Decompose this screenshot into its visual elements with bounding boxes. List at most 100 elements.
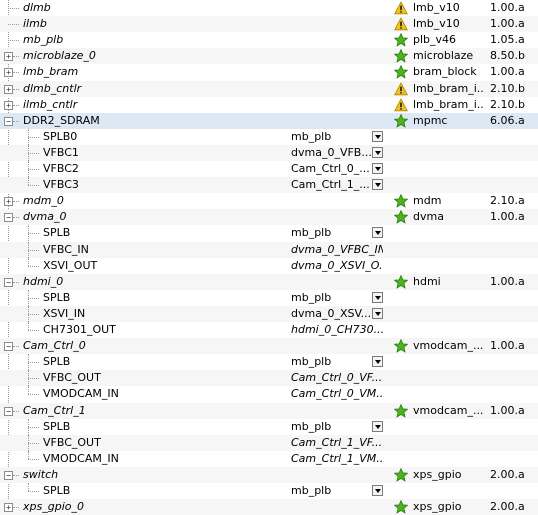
tree-row[interactable]: − DDR2_SDRAM mpmc 6.06.a [0,112,538,129]
bus-connection-value[interactable]: dvma_0_XSV... [291,306,371,322]
bus-interface-row[interactable]: SPLB mb_plb [0,289,538,306]
ip-version: 1.00.a [490,210,525,224]
ip-type: vmodcam_... [413,403,484,417]
tree-row[interactable]: − switch xps_gpio 2.00.a [0,466,538,483]
collapse-toggle[interactable]: − [4,116,13,126]
bus-connection-value[interactable]: Cam_Ctrl_0_... [291,161,371,177]
bus-interface-row[interactable]: VMODCAM_IN Cam_Ctrl_0_VM... [0,386,538,402]
bus-interface-row[interactable]: VFBC1 dvma_0_VFB... [0,144,538,161]
tree-row[interactable]: dlmb lmb_v10 1.00.a [0,0,538,16]
tree-row[interactable]: − Cam_Ctrl_1 vmodcam_... 1.00.a [0,402,538,419]
expand-toggle[interactable]: + [4,197,13,207]
bus-connection-value[interactable]: mb_plb [291,290,371,306]
ip-version: 6.06.a [490,113,525,127]
bus-interface-row[interactable]: VFBC_OUT Cam_Ctrl_1_VF... [0,434,538,451]
bus-interface-row[interactable]: VMODCAM_IN Cam_Ctrl_1_VM... [0,450,538,467]
bus-interface-row[interactable]: SPLB mb_plb [0,354,538,371]
bus-connection-value: Cam_Ctrl_0_VF... [291,371,383,385]
bus-interface-row[interactable]: SPLB0 mb_plb [0,128,538,145]
tree-row[interactable]: − dvma_0 dvma 1.00.a [0,209,538,226]
collapse-toggle[interactable]: − [4,342,13,352]
tree-row[interactable]: + xps_gpio_0 xps_gpio 2.00.a [0,499,538,515]
tree-branch-line [28,362,39,364]
bus-dropdown-arrow-icon[interactable] [372,485,383,496]
bus-dropdown-arrow-icon[interactable] [372,179,383,191]
bus-interface-name: VFBC1 [43,145,79,159]
tree-branch-line [8,40,19,42]
tree-branch-line [28,442,39,444]
bus-connection-value[interactable]: mb_plb [291,225,371,241]
bus-dropdown-arrow-icon[interactable] [372,291,383,303]
expand-toggle[interactable]: + [4,84,13,94]
bus-connection-value[interactable]: Cam_Ctrl_1_... [291,177,371,193]
ip-type: mdm [413,194,442,208]
tree-row[interactable]: + mdm_0 mdm 2.10.a [0,193,538,209]
bus-interface-row[interactable]: XSVI_OUT dvma_0_XSVI_O... [0,257,538,274]
bus-connection-value: Cam_Ctrl_1_VF... [291,435,383,449]
tree-branch-line [28,378,39,380]
bus-interface-row[interactable]: SPLB mb_plb [0,418,538,435]
expand-toggle[interactable]: + [4,68,13,78]
ip-type: xps_gpio [413,467,462,481]
bus-dropdown-arrow-icon[interactable] [372,130,383,142]
collapse-toggle[interactable]: − [4,277,13,287]
ip-version: 2.00.a [490,500,525,514]
tree-branch-line [28,313,39,315]
bus-interface-row[interactable]: VFBC3 Cam_Ctrl_1_... [0,177,538,194]
bus-interface-name: VFBC_IN [43,242,89,256]
ip-type: lmb_v10 [413,1,460,14]
tree-row[interactable]: ilmb lmb_v10 1.00.a [0,16,538,33]
tree-row[interactable]: + lmb_bram bram_block 1.00.a [0,64,538,80]
bus-interface-row[interactable]: VFBC2 Cam_Ctrl_0_... [0,161,538,178]
bus-dropdown-arrow-icon[interactable] [372,307,383,319]
bus-interface-row[interactable]: SPLB mb_plb [0,225,538,242]
tree-child-line [28,386,29,395]
instance-name: lmb_bram [23,65,79,79]
bus-connection-value[interactable]: dvma_0_VFB... [291,145,371,161]
instance-name: Cam_Ctrl_0 [23,339,86,353]
ip-type: lmb_v10 [413,17,460,31]
bus-dropdown-arrow-icon[interactable] [372,227,383,239]
bus-interface-name: CH7301_OUT [43,323,116,336]
collapse-toggle[interactable]: − [4,213,13,223]
collapse-toggle[interactable]: − [4,470,13,480]
ip-version: 1.00.a [490,339,525,353]
bus-dropdown-arrow-icon[interactable] [372,356,383,368]
tree-branch-line [28,249,39,251]
tree-row[interactable]: + dlmb_cntlr lmb_bram_i... 2.10.b [0,80,538,97]
bus-interface-row[interactable]: VFBC_IN dvma_0_VFBC_IN [0,241,538,258]
bus-connection-value[interactable]: mb_plb [291,483,371,499]
tree-row[interactable]: mb_plb plb_v46 1.05.a [0,32,538,48]
bus-interface-row[interactable]: SPLB mb_plb [0,483,538,499]
tree-row[interactable]: + ilmb_cntlr lmb_bram_i... 2.10.b [0,97,538,113]
expand-toggle[interactable]: + [4,100,13,110]
bus-interface-row[interactable]: VFBC_OUT Cam_Ctrl_0_VF... [0,370,538,387]
bus-connection-value[interactable]: mb_plb [291,129,371,145]
ip-version: 1.00.a [490,274,525,288]
system-assembly-tree: dlmb lmb_v10 1.00.a ilmb lmb_v10 1.00.a mb_plb… [0,0,538,515]
tree-branch-line [28,169,39,170]
tree-row[interactable]: − hdmi_0 hdmi 1.00.a [0,273,538,290]
bus-interface-row[interactable]: CH7301_OUT hdmi_0_CH730... [0,322,538,338]
tree-branch-line [13,56,19,58]
tree-child-line [28,450,29,459]
bus-interface-row[interactable]: XSVI_IN dvma_0_XSV... [0,305,538,322]
collapse-toggle[interactable]: − [4,406,13,416]
ip-version: 8.50.b [490,49,525,63]
expand-toggle[interactable]: + [4,503,13,513]
bus-interface-name: SPLB0 [43,129,78,143]
green-star-icon [394,339,408,353]
tree-branch-line [13,72,19,74]
bus-connection-value[interactable]: mb_plb [291,419,371,435]
bus-interface-name: VFBC3 [43,178,79,192]
tree-row[interactable]: + microblaze_0 microblaze 8.50.b [0,48,538,65]
bus-dropdown-arrow-icon[interactable] [372,146,383,158]
expand-toggle[interactable]: + [4,52,13,62]
bus-connection-value[interactable]: mb_plb [291,354,371,370]
tree-branch-line [28,491,39,492]
tree-row[interactable]: − Cam_Ctrl_0 vmodcam_... 1.00.a [0,338,538,355]
bus-dropdown-arrow-icon[interactable] [372,420,383,432]
bus-dropdown-arrow-icon[interactable] [372,163,383,174]
warning-icon [394,81,408,95]
bus-connection-value: Cam_Ctrl_1_VM... [291,451,383,465]
